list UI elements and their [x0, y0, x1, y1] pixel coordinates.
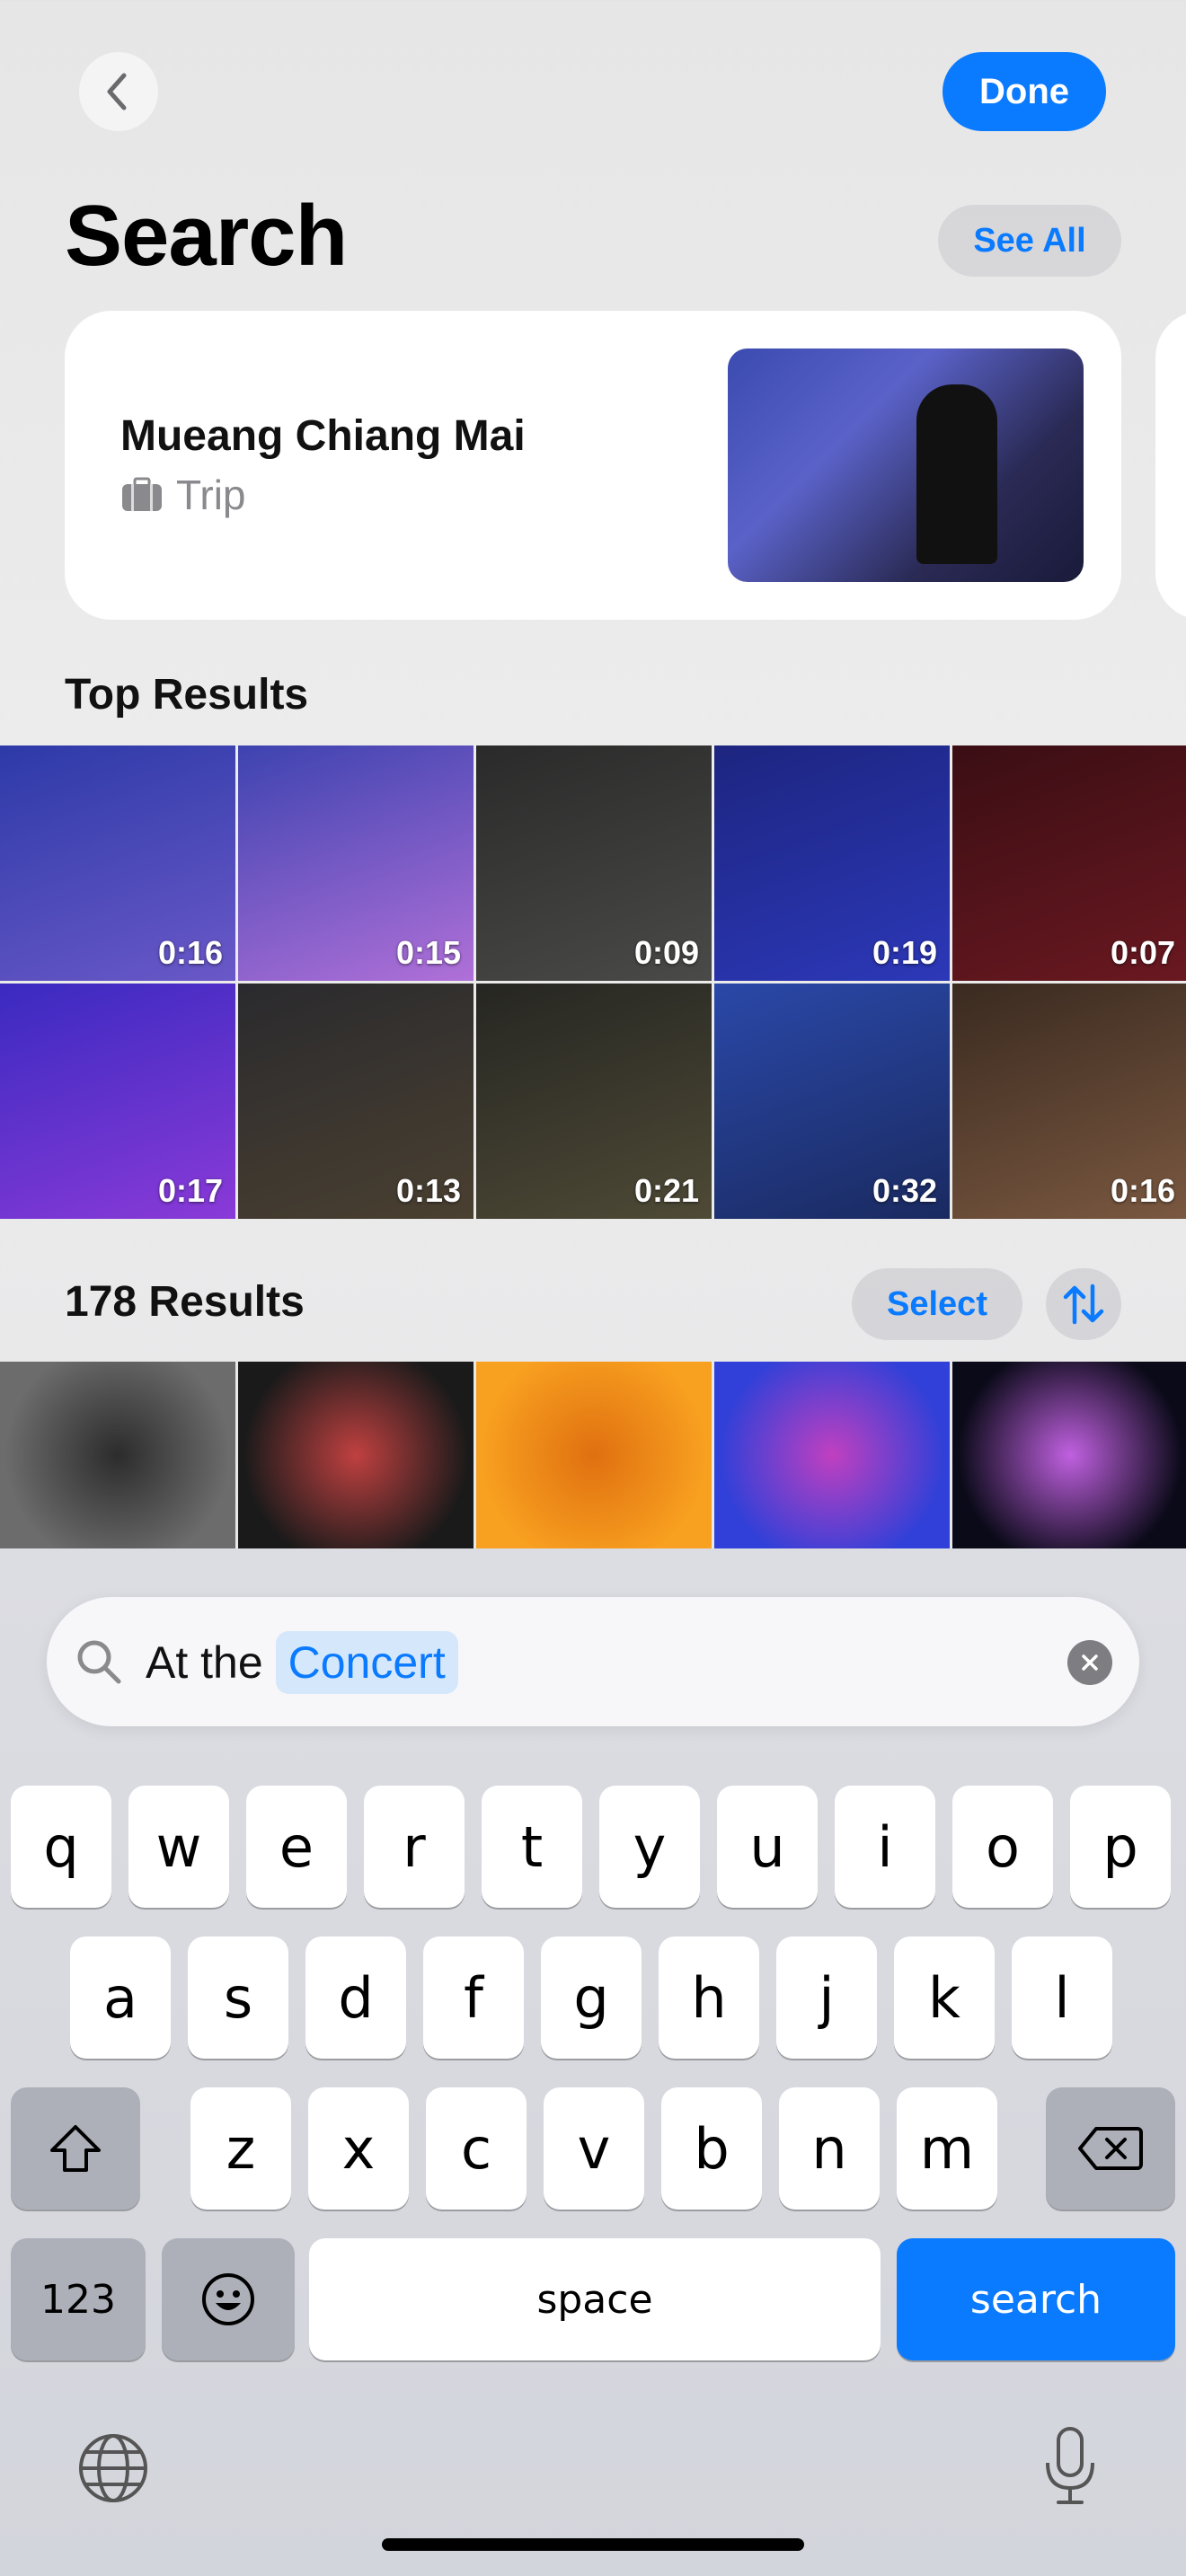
key-n[interactable]: n [779, 2087, 880, 2210]
sort-button[interactable] [1046, 1268, 1121, 1340]
video-duration: 0:21 [633, 1172, 699, 1209]
key-c[interactable]: c [426, 2087, 527, 2210]
clear-search-button[interactable] [1067, 1640, 1112, 1685]
chevron-left-icon [107, 73, 127, 110]
space-key[interactable]: space [309, 2238, 881, 2360]
result-tile[interactable] [0, 1362, 235, 1548]
video-duration: 0:09 [633, 934, 699, 971]
top-results-heading: Top Results [65, 671, 309, 719]
sort-arrows-icon [1063, 1284, 1104, 1325]
clear-x-icon [1082, 1654, 1098, 1671]
top-result-tile[interactable]: 0:21 [476, 984, 712, 1219]
search-prefix-text: At the [146, 1637, 263, 1688]
next-memory-card-peek[interactable] [1155, 311, 1186, 620]
top-result-tile[interactable]: 0:07 [952, 745, 1186, 981]
suitcase-icon [122, 477, 162, 511]
key-j[interactable]: j [776, 1936, 877, 2059]
see-all-button[interactable]: See All [938, 205, 1121, 277]
search-token-concert[interactable]: Concert [275, 1631, 458, 1694]
search-field[interactable]: At the Concert [47, 1597, 1139, 1726]
top-result-tile[interactable]: 0:19 [714, 745, 950, 981]
result-tile[interactable] [238, 1362, 474, 1548]
results-count-heading: 178 Results [65, 1278, 305, 1326]
key-x[interactable]: x [308, 2087, 409, 2210]
key-z[interactable]: z [190, 2087, 291, 2210]
key-l[interactable]: l [1012, 1936, 1112, 2059]
search-query[interactable]: At the Concert [146, 1631, 458, 1694]
key-g[interactable]: g [541, 1936, 642, 2059]
key-e[interactable]: e [246, 1786, 347, 1908]
top-result-tile[interactable]: 0:32 [714, 984, 950, 1219]
video-duration: 0:13 [395, 1172, 461, 1209]
key-y[interactable]: y [599, 1786, 700, 1908]
key-h[interactable]: h [659, 1936, 759, 2059]
top-result-tile[interactable]: 0:09 [476, 745, 712, 981]
video-duration: 0:32 [872, 1172, 937, 1209]
key-p[interactable]: p [1070, 1786, 1171, 1908]
emoji-smiley-icon [202, 2273, 254, 2325]
key-b[interactable]: b [661, 2087, 762, 2210]
delete-key[interactable] [1046, 2087, 1175, 2210]
search-key[interactable]: search [897, 2238, 1175, 2360]
top-result-tile[interactable]: 0:13 [238, 984, 474, 1219]
key-u[interactable]: u [717, 1786, 818, 1908]
top-result-tile[interactable]: 0:15 [238, 745, 474, 981]
shift-arrow-icon [50, 2125, 101, 2172]
memory-subtitle: Trip [120, 471, 246, 519]
video-duration: 0:07 [1110, 934, 1175, 971]
video-duration: 0:17 [157, 1172, 223, 1209]
emoji-key[interactable] [162, 2238, 295, 2360]
home-indicator [382, 2538, 804, 2551]
video-duration: 0:19 [872, 934, 937, 971]
key-w[interactable]: w [128, 1786, 229, 1908]
key-r[interactable]: r [364, 1786, 465, 1908]
select-button[interactable]: Select [852, 1268, 1022, 1340]
numbers-key[interactable]: 123 [11, 2238, 146, 2360]
result-tile[interactable] [476, 1362, 712, 1548]
done-button[interactable]: Done [943, 52, 1106, 131]
memory-title: Mueang Chiang Mai [120, 412, 526, 460]
video-duration: 0:15 [395, 934, 461, 971]
page-title: Search [65, 188, 348, 284]
key-s[interactable]: s [188, 1936, 288, 2059]
result-tile[interactable] [714, 1362, 950, 1548]
key-f[interactable]: f [423, 1936, 524, 2059]
key-v[interactable]: v [544, 2087, 644, 2210]
magnifying-glass-icon [77, 1640, 121, 1684]
video-duration: 0:16 [1110, 1172, 1175, 1209]
key-k[interactable]: k [894, 1936, 995, 2059]
key-m[interactable]: m [897, 2087, 997, 2210]
key-i[interactable]: i [835, 1786, 935, 1908]
shift-key[interactable] [11, 2087, 140, 2210]
delete-backspace-icon [1078, 2127, 1143, 2170]
result-tile[interactable] [952, 1362, 1186, 1548]
top-result-tile[interactable]: 0:16 [0, 745, 235, 981]
memory-thumbnail [728, 348, 1084, 582]
key-q[interactable]: q [11, 1786, 111, 1908]
back-button[interactable] [79, 52, 158, 131]
key-t[interactable]: t [482, 1786, 582, 1908]
key-a[interactable]: a [70, 1936, 171, 2059]
key-d[interactable]: d [305, 1936, 406, 2059]
top-result-tile[interactable]: 0:16 [952, 984, 1186, 1219]
top-result-tile[interactable]: 0:17 [0, 984, 235, 1219]
memory-card[interactable]: Mueang Chiang Mai Trip [65, 311, 1121, 620]
key-o[interactable]: o [952, 1786, 1053, 1908]
video-duration: 0:16 [157, 934, 223, 971]
globe-icon[interactable] [75, 2430, 151, 2506]
microphone-icon[interactable] [1039, 2425, 1102, 2508]
memory-type-label: Trip [176, 472, 246, 518]
